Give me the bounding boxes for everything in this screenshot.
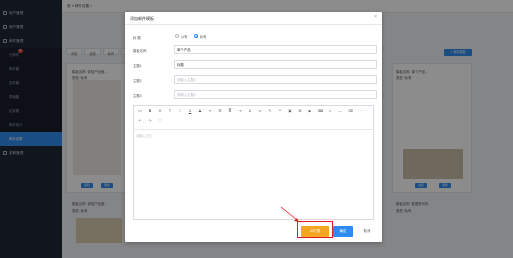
annotation-arrow bbox=[280, 206, 299, 222]
